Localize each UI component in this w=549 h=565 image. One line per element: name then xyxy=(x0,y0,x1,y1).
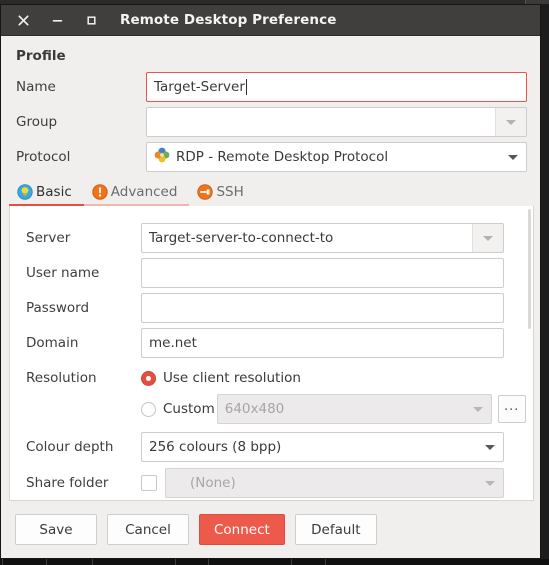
domain-input[interactable]: me.net xyxy=(141,328,504,358)
profile-group-label: Group xyxy=(16,114,58,130)
profile-protocol-control: RDP - Remote Desktop Protocol xyxy=(146,142,527,172)
password-row: Password xyxy=(26,293,504,323)
share-folder-label: Share folder xyxy=(26,475,109,491)
domain-label: Domain xyxy=(26,335,79,351)
tab-ssh[interactable]: SSH xyxy=(189,178,255,206)
tab-basic-label: Basic xyxy=(36,184,72,200)
profile-group-row: Group xyxy=(16,107,527,137)
username-control xyxy=(141,258,504,288)
text-caret xyxy=(245,79,247,95)
protocol-combobox[interactable]: RDP - Remote Desktop Protocol xyxy=(146,142,527,172)
custom-resolution-label: Custom xyxy=(163,401,215,417)
protocol-combobox-value: RDP - Remote Desktop Protocol xyxy=(176,149,389,165)
profile-protocol-label: Protocol xyxy=(16,149,71,165)
share-folder-control: (None) xyxy=(141,468,504,498)
minimize-icon[interactable] xyxy=(44,7,70,33)
share-folder-value: (None) xyxy=(190,475,236,491)
profile-name-control: Target-Server xyxy=(146,72,527,102)
domain-input-value: me.net xyxy=(149,335,197,351)
chevron-down-icon[interactable] xyxy=(500,143,526,171)
tab-basic[interactable]: Basic xyxy=(9,178,84,207)
name-input[interactable]: Target-Server xyxy=(146,72,527,102)
use-client-resolution-radio-row[interactable]: Use client resolution xyxy=(141,370,301,386)
dialog-button-bar: Save Cancel Connect Default xyxy=(1,501,540,558)
username-label: User name xyxy=(26,265,100,281)
server-combobox[interactable]: Target-server-to-connect-to xyxy=(141,223,504,253)
window-titlebar: Remote Desktop Preference xyxy=(1,5,540,36)
custom-resolution-radio[interactable] xyxy=(141,401,156,417)
server-control: Target-server-to-connect-to xyxy=(141,223,504,253)
colour-depth-row: Colour depth 256 colours (8 bpp) xyxy=(26,432,504,462)
chevron-down-icon[interactable] xyxy=(465,395,491,423)
protocol-combobox-value-wrap: RDP - Remote Desktop Protocol xyxy=(147,147,500,167)
group-combobox[interactable] xyxy=(146,107,527,137)
domain-row: Domain me.net xyxy=(26,328,504,358)
connect-button[interactable]: Connect xyxy=(199,514,285,545)
profile-group-control xyxy=(146,107,527,137)
tab-page-scrollbar[interactable] xyxy=(527,207,532,499)
tab-advanced-label: Advanced xyxy=(110,184,178,200)
password-input[interactable] xyxy=(141,293,504,323)
resolution-label: Resolution xyxy=(26,370,97,386)
settings-notebook: Basic Advanced SSH Server Target-server-… xyxy=(9,177,534,501)
username-row: User name xyxy=(26,258,504,288)
use-client-resolution-label: Use client resolution xyxy=(163,370,301,386)
profile-name-row: Name Target-Server xyxy=(16,72,527,102)
server-row: Server Target-server-to-connect-to xyxy=(26,223,504,253)
lightbulb-icon xyxy=(17,184,33,200)
server-label: Server xyxy=(26,230,71,246)
custom-resolution-combobox[interactable]: 640x480 xyxy=(216,394,492,424)
resolution-browse-button[interactable]: ... xyxy=(497,395,526,423)
custom-resolution-value: 640x480 xyxy=(224,401,285,417)
taskbar-strip xyxy=(0,559,549,565)
profile-protocol-row: Protocol RDP - Remote Desktop Protocol xyxy=(16,142,527,172)
share-folder-row: Share folder (None) xyxy=(26,468,504,498)
resolution-custom-row: Custom 640x480 ... xyxy=(26,394,526,424)
name-input-value: Target-Server xyxy=(154,79,245,95)
colour-depth-label: Colour depth xyxy=(26,439,114,455)
cancel-button[interactable]: Cancel xyxy=(107,514,189,545)
dialog-body: Profile Name Target-Server Group Protoco… xyxy=(1,36,540,558)
maximize-icon[interactable] xyxy=(78,7,104,33)
password-label: Password xyxy=(26,300,90,316)
tab-page-basic: Server Target-server-to-connect-to User … xyxy=(9,206,534,501)
chevron-down-icon[interactable] xyxy=(477,469,503,497)
close-icon[interactable] xyxy=(10,7,36,33)
chevron-down-icon[interactable] xyxy=(477,433,503,461)
tab-strip: Basic Advanced SSH xyxy=(9,177,534,207)
resolution-client-control: Use client resolution xyxy=(141,363,504,393)
colour-depth-control: 256 colours (8 bpp) xyxy=(141,432,504,462)
tab-ssh-label: SSH xyxy=(216,184,244,200)
save-button[interactable]: Save xyxy=(15,514,97,545)
username-input[interactable] xyxy=(141,258,504,288)
domain-control: me.net xyxy=(141,328,504,358)
password-control xyxy=(141,293,504,323)
use-client-resolution-radio[interactable] xyxy=(141,370,156,386)
remote-desktop-preference-window: Remote Desktop Preference Profile Name T… xyxy=(0,4,541,559)
share-folder-checkbox[interactable] xyxy=(141,475,157,491)
chevron-down-icon[interactable] xyxy=(495,108,526,136)
server-combobox-value: Target-server-to-connect-to xyxy=(149,230,334,246)
share-folder-combobox[interactable]: (None) xyxy=(165,468,504,498)
rdp-protocol-icon xyxy=(154,147,170,167)
scrollbar-thumb[interactable] xyxy=(528,209,531,329)
custom-resolution-radio-row[interactable]: Custom xyxy=(141,401,215,417)
ssh-plug-icon xyxy=(197,184,214,200)
tab-advanced[interactable]: Advanced xyxy=(83,178,190,207)
resolution-custom-control: Custom 640x480 ... xyxy=(141,394,526,424)
window-title: Remote Desktop Preference xyxy=(120,12,337,28)
resolution-row: Resolution Use client resolution xyxy=(26,363,504,393)
chevron-down-icon[interactable] xyxy=(472,224,503,252)
default-button[interactable]: Default xyxy=(294,514,377,545)
profile-section-title: Profile xyxy=(16,48,66,64)
profile-name-label: Name xyxy=(16,79,56,95)
colour-depth-combobox[interactable]: 256 colours (8 bpp) xyxy=(141,432,504,462)
colour-depth-value: 256 colours (8 bpp) xyxy=(149,439,282,455)
warning-icon xyxy=(92,184,108,200)
